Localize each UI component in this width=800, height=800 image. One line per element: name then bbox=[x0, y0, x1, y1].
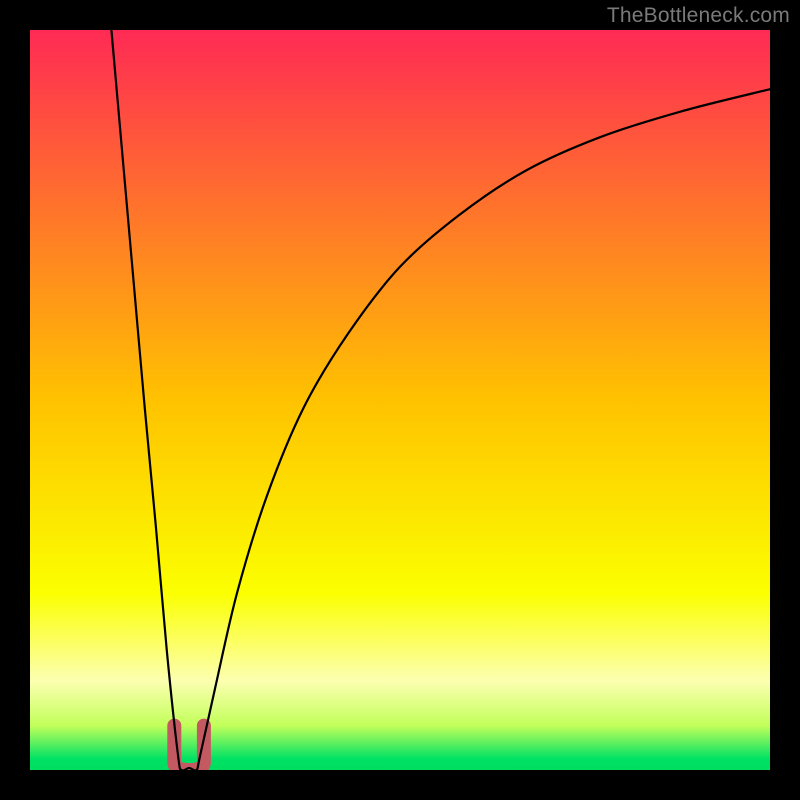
plot-background bbox=[30, 30, 770, 770]
chart-frame: TheBottleneck.com bbox=[0, 0, 800, 800]
attribution-text: TheBottleneck.com bbox=[607, 4, 790, 28]
chart-canvas bbox=[0, 0, 800, 800]
